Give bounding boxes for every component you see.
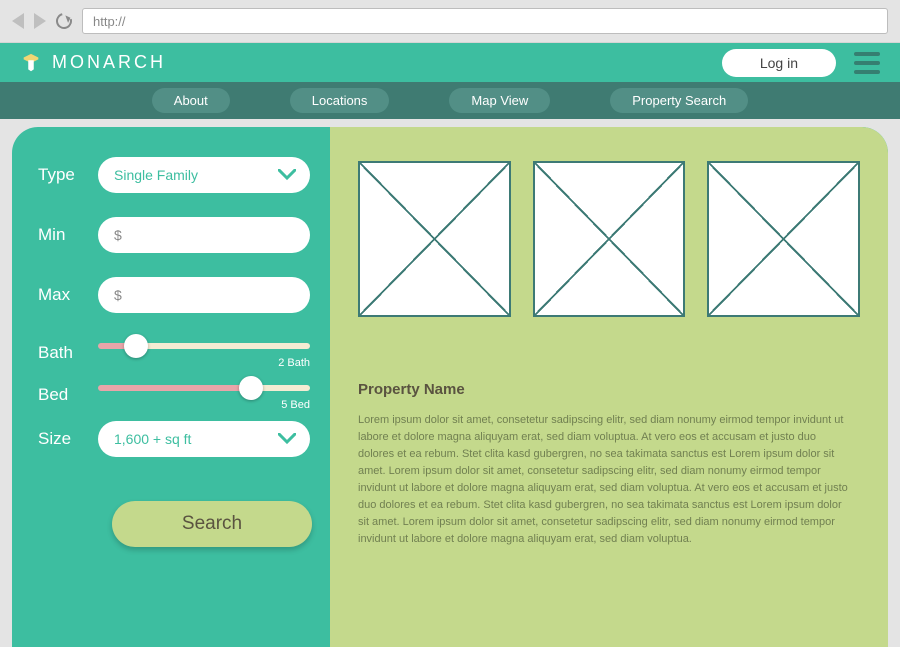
login-button[interactable]: Log in bbox=[722, 49, 836, 77]
image-placeholder[interactable] bbox=[533, 161, 686, 317]
content-card: Property Name Lorem ipsum dolor sit amet… bbox=[12, 127, 888, 647]
forward-icon[interactable] bbox=[34, 13, 46, 29]
nav-property-search[interactable]: Property Search bbox=[610, 88, 748, 113]
bed-value: 5 Bed bbox=[98, 399, 310, 411]
main-nav: About Locations Map View Property Search bbox=[0, 82, 900, 119]
chevron-down-icon bbox=[278, 433, 296, 445]
image-placeholder[interactable] bbox=[358, 161, 511, 317]
logo-icon bbox=[20, 52, 42, 74]
search-button[interactable]: Search bbox=[112, 501, 312, 547]
bath-value: 2 Bath bbox=[98, 357, 310, 369]
filter-sidebar: Type Single Family Min $ Max $ Bath bbox=[12, 127, 330, 647]
app-header: MONARCH Log in bbox=[0, 43, 900, 82]
chevron-down-icon bbox=[278, 169, 296, 181]
min-placeholder: $ bbox=[114, 227, 122, 243]
size-label: Size bbox=[38, 429, 84, 449]
slider-thumb[interactable] bbox=[124, 334, 148, 358]
property-title: Property Name bbox=[358, 381, 848, 398]
browser-chrome: http:// bbox=[0, 0, 900, 43]
bed-slider[interactable]: 5 Bed bbox=[98, 379, 310, 411]
type-label: Type bbox=[38, 165, 84, 185]
nav-map-view[interactable]: Map View bbox=[449, 88, 550, 113]
back-icon[interactable] bbox=[12, 13, 24, 29]
brand-text: MONARCH bbox=[52, 52, 166, 73]
nav-about[interactable]: About bbox=[152, 88, 230, 113]
image-placeholder[interactable] bbox=[707, 161, 860, 317]
slider-thumb[interactable] bbox=[239, 376, 263, 400]
size-select[interactable]: 1,600 + sq ft bbox=[98, 421, 310, 457]
menu-icon[interactable] bbox=[854, 52, 880, 74]
nav-locations[interactable]: Locations bbox=[290, 88, 390, 113]
min-label: Min bbox=[38, 225, 84, 245]
bath-slider[interactable]: 2 Bath bbox=[98, 337, 310, 369]
url-bar[interactable]: http:// bbox=[82, 8, 888, 34]
type-value: Single Family bbox=[114, 167, 198, 183]
type-select[interactable]: Single Family bbox=[98, 157, 310, 193]
max-placeholder: $ bbox=[114, 287, 122, 303]
bed-label: Bed bbox=[38, 385, 84, 405]
max-input[interactable]: $ bbox=[98, 277, 310, 313]
bath-label: Bath bbox=[38, 343, 84, 363]
max-label: Max bbox=[38, 285, 84, 305]
brand: MONARCH bbox=[20, 52, 166, 74]
size-value: 1,600 + sq ft bbox=[114, 431, 191, 447]
results-panel: Property Name Lorem ipsum dolor sit amet… bbox=[330, 127, 888, 647]
min-input[interactable]: $ bbox=[98, 217, 310, 253]
reload-icon[interactable] bbox=[53, 10, 75, 32]
property-description: Lorem ipsum dolor sit amet, consetetur s… bbox=[358, 412, 848, 548]
